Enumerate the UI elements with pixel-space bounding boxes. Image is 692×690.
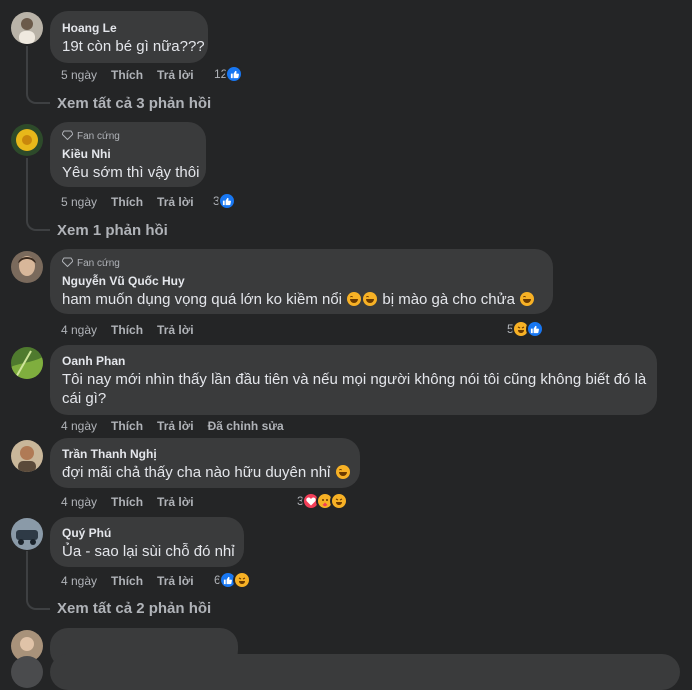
comment-bubble: Fan cứng Nguyễn Vũ Quốc Huy ham muốn dụn…: [50, 249, 553, 314]
view-replies-link[interactable]: Xem tất cả 3 phản hồi: [57, 94, 211, 113]
like-button[interactable]: Thích: [111, 194, 143, 210]
view-replies-link[interactable]: Xem tất cả 2 phản hồi: [57, 599, 211, 618]
comment-bubble: Trần Thanh Nghị đợi mãi chả thấy cha nào…: [50, 438, 360, 488]
comment-actions: 4 ngày Thích Trả lời: [61, 322, 208, 338]
comment-actions: 4 ngày Thích Trả lời: [61, 494, 208, 510]
like-reaction-icon: [225, 65, 244, 83]
reply-button[interactable]: Trả lời: [157, 67, 194, 83]
reaction-summary[interactable]: 6: [214, 571, 251, 589]
comment-time[interactable]: 5 ngày: [61, 67, 97, 83]
reply-button[interactable]: Trả lời: [157, 194, 194, 210]
comment-author[interactable]: Kiều Nhi: [62, 146, 111, 162]
view-replies-link[interactable]: Xem 1 phản hồi: [57, 221, 168, 240]
rofl-emoji-icon: [347, 292, 362, 306]
reply-button[interactable]: Trả lời: [157, 573, 194, 589]
comment-author[interactable]: Trần Thanh Nghị: [62, 446, 157, 462]
like-reaction-icon: [217, 192, 236, 210]
reply-thread-line: [26, 46, 50, 104]
comment-author[interactable]: Oanh Phan: [62, 353, 125, 369]
fan-badge: Fan cứng: [61, 257, 120, 271]
comment-time[interactable]: 5 ngày: [61, 194, 97, 210]
diamond-icon: [61, 130, 74, 144]
reaction-summary[interactable]: 12: [214, 65, 244, 83]
reply-button[interactable]: Trả lời: [157, 322, 194, 338]
like-button[interactable]: Thích: [111, 494, 143, 510]
avatar[interactable]: [11, 656, 43, 688]
avatar[interactable]: [11, 251, 43, 283]
comment-actions: 5 ngày Thích Trả lời: [61, 194, 208, 210]
rofl-emoji-icon: [335, 465, 350, 479]
rofl-emoji-icon: [520, 292, 535, 306]
avatar[interactable]: [11, 440, 43, 472]
comment-author[interactable]: Quý Phú: [62, 525, 111, 541]
comment-author[interactable]: Hoang Le: [62, 20, 117, 36]
comment-text-part: bị mào gà cho chửa: [382, 291, 515, 308]
comment-text: ham muốn dụng vọng quá lớn ko kiềm nổi b…: [62, 290, 535, 309]
comment-text-part: ham muốn dụng vọng quá lớn ko kiềm nổi: [62, 291, 343, 308]
like-button[interactable]: Thích: [111, 67, 143, 83]
comment-actions: 4 ngày Thích Trả lời: [61, 573, 208, 589]
haha-reaction-icon: [329, 492, 348, 510]
reply-thread-line: [26, 158, 50, 231]
avatar[interactable]: [11, 124, 43, 156]
comment-time[interactable]: 4 ngày: [61, 418, 97, 434]
reply-thread-line: [26, 551, 50, 610]
rofl-emoji-icon: [363, 292, 378, 306]
comment-time[interactable]: 4 ngày: [61, 573, 97, 589]
comment-text: Ủa - sao lại sùi chỗ đó nhỉ: [62, 543, 235, 560]
like-button[interactable]: Thích: [111, 418, 143, 434]
comment-text: Tôi nay mới nhìn thấy lần đầu tiên và nế…: [62, 371, 647, 407]
like-button[interactable]: Thích: [111, 573, 143, 589]
reply-button[interactable]: Trả lời: [157, 418, 194, 434]
comment-actions: 5 ngày Thích Trả lời: [61, 67, 208, 83]
avatar[interactable]: [11, 12, 43, 44]
like-reaction-icon: [525, 320, 544, 338]
comment-bubble: Oanh Phan Tôi nay mới nhìn thấy lần đầu …: [50, 345, 657, 415]
comment-time[interactable]: 4 ngày: [61, 494, 97, 510]
fan-badge: Fan cứng: [61, 130, 120, 144]
comment-time[interactable]: 4 ngày: [61, 322, 97, 338]
comment-bubble: Hoang Le 19t còn bé gì nữa???: [50, 11, 208, 63]
avatar[interactable]: [11, 518, 43, 550]
comment-bubble: Fan cứng Kiều Nhi Yêu sớm thì vậy thôi: [50, 122, 206, 187]
comment-text: đợi mãi chả thấy cha nào hữu duyên nhỉ: [62, 463, 351, 482]
fan-badge-label: Fan cứng: [77, 131, 120, 142]
comment-text: Yêu sớm thì vậy thôi: [62, 164, 200, 181]
haha-reaction-icon: [232, 571, 251, 589]
comment-actions: 4 ngày Thích Trả lời Đã chỉnh sửa: [61, 418, 298, 434]
comment-text: 19t còn bé gì nữa???: [62, 38, 205, 55]
comment-input[interactable]: [50, 654, 680, 690]
like-button[interactable]: Thích: [111, 322, 143, 338]
reaction-summary[interactable]: 3: [297, 492, 348, 510]
reaction-summary[interactable]: 5: [507, 320, 544, 338]
comment-author[interactable]: Nguyễn Vũ Quốc Huy: [62, 273, 185, 289]
diamond-icon: [61, 257, 74, 271]
comment-text-part: đợi mãi chả thấy cha nào hữu duyên nhỉ: [62, 464, 331, 481]
edited-label: Đã chỉnh sửa: [207, 419, 284, 433]
reaction-summary[interactable]: 3: [213, 192, 236, 210]
avatar[interactable]: [11, 347, 43, 379]
fan-badge-label: Fan cứng: [77, 258, 120, 269]
reply-button[interactable]: Trả lời: [157, 494, 194, 510]
comment-bubble: Quý Phú Ủa - sao lại sùi chỗ đó nhỉ: [50, 517, 244, 567]
